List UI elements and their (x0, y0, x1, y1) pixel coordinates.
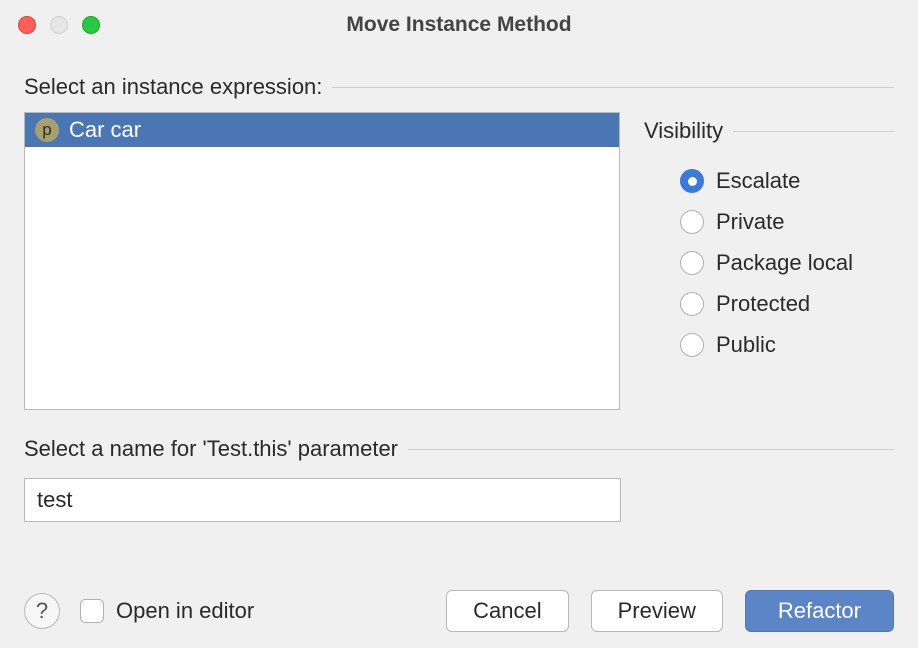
parameter-name-input[interactable] (24, 478, 621, 522)
main-row: p Car car Visibility Escalate (24, 112, 894, 410)
radio-label: Private (716, 209, 784, 235)
close-window-button[interactable] (18, 16, 36, 34)
help-icon: ? (36, 598, 48, 624)
radio-icon (680, 210, 704, 234)
separator (408, 449, 894, 450)
titlebar: Move Instance Method (0, 0, 918, 50)
radio-label: Package local (716, 250, 853, 276)
list-item[interactable]: p Car car (25, 113, 619, 147)
instance-listbox[interactable]: p Car car (24, 112, 620, 410)
radio-label: Public (716, 332, 776, 358)
radio-icon (680, 169, 704, 193)
preview-button[interactable]: Preview (591, 590, 723, 632)
radio-icon (680, 333, 704, 357)
list-item-label: Car car (69, 117, 141, 143)
radio-public[interactable]: Public (680, 332, 894, 358)
visibility-label: Visibility (644, 118, 723, 144)
help-button[interactable]: ? (24, 593, 60, 629)
radio-escalate[interactable]: Escalate (680, 168, 894, 194)
cancel-button[interactable]: Cancel (446, 590, 568, 632)
dialog-content: Select an instance expression: p Car car… (0, 50, 918, 522)
instance-section-label: Select an instance expression: (24, 74, 322, 100)
parameter-icon: p (35, 118, 59, 142)
parameter-section: Select a name for 'Test.this' parameter (24, 436, 894, 522)
radio-icon (680, 292, 704, 316)
visibility-radio-group: Escalate Private Package local Protected (644, 168, 894, 358)
instance-section-header: Select an instance expression: (24, 74, 894, 100)
radio-label: Escalate (716, 168, 800, 194)
parameter-header: Select a name for 'Test.this' parameter (24, 436, 894, 462)
dialog-footer: ? Open in editor Cancel Preview Refactor (24, 590, 894, 632)
dialog-window: Move Instance Method Select an instance … (0, 0, 918, 648)
refactor-button[interactable]: Refactor (745, 590, 894, 632)
minimize-window-button[interactable] (50, 16, 68, 34)
visibility-header: Visibility (644, 118, 894, 144)
separator (733, 131, 894, 132)
radio-protected[interactable]: Protected (680, 291, 894, 317)
zoom-window-button[interactable] (82, 16, 100, 34)
radio-label: Protected (716, 291, 810, 317)
radio-package-local[interactable]: Package local (680, 250, 894, 276)
checkbox-label: Open in editor (116, 598, 254, 624)
radio-icon (680, 251, 704, 275)
parameter-label: Select a name for 'Test.this' parameter (24, 436, 398, 462)
separator (332, 87, 894, 88)
radio-private[interactable]: Private (680, 209, 894, 235)
open-in-editor-checkbox[interactable]: Open in editor (80, 598, 254, 624)
left-column: p Car car (24, 112, 620, 410)
checkbox-icon (80, 599, 104, 623)
visibility-column: Visibility Escalate Private Package loca… (644, 112, 894, 410)
traffic-lights (18, 16, 100, 34)
button-group: Cancel Preview Refactor (446, 590, 894, 632)
window-title: Move Instance Method (18, 13, 900, 37)
